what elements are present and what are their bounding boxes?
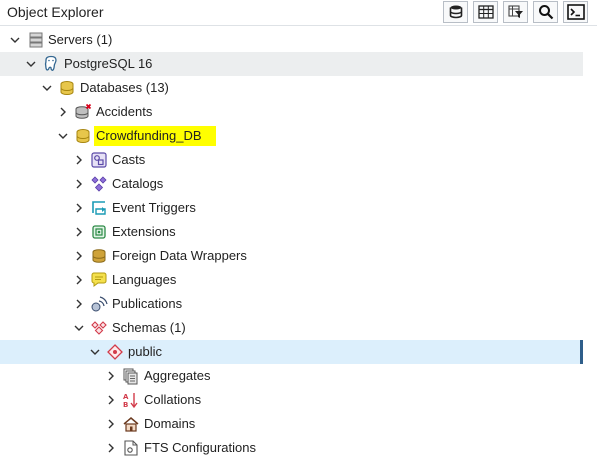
schema-icon <box>107 344 123 360</box>
chevron-right-icon[interactable] <box>74 299 84 309</box>
chevron-down-icon[interactable] <box>90 347 100 357</box>
tree-node-domains[interactable]: Domains <box>0 412 583 436</box>
tree-node-catalogs[interactable]: Catalogs <box>0 172 583 196</box>
tree-label-languages: Languages <box>112 272 177 287</box>
svg-text:B: B <box>123 401 128 409</box>
tree-node-casts[interactable]: Casts <box>0 148 583 172</box>
database-query-icon <box>449 5 462 19</box>
chevron-right-icon[interactable] <box>74 179 84 189</box>
chevron-right-icon[interactable] <box>106 395 116 405</box>
tree-node-foreign-data-wrappers[interactable]: Foreign Data Wrappers <box>0 244 583 268</box>
tree-label-servers: Servers (1) <box>48 32 113 47</box>
chevron-down-icon[interactable] <box>74 323 84 333</box>
tree-node-aggregates[interactable]: Aggregates <box>0 364 583 388</box>
database-group-icon <box>60 81 74 96</box>
tree-node-extensions[interactable]: Extensions <box>0 220 583 244</box>
panel-title: Object Explorer <box>7 4 104 20</box>
tree-label-casts: Casts <box>112 152 146 167</box>
search-icon <box>538 5 553 20</box>
aggregates-icon <box>123 368 138 385</box>
chevron-right-icon[interactable] <box>106 371 116 381</box>
tree-node-collations[interactable]: A B Collations <box>0 388 583 412</box>
filtered-rows-button[interactable] <box>503 1 528 23</box>
chevron-right-icon[interactable] <box>74 203 84 213</box>
tree-node-schemas[interactable]: Schemas (1) <box>0 316 583 340</box>
chevron-down-icon[interactable] <box>58 131 68 141</box>
chevron-right-icon[interactable] <box>74 227 84 237</box>
tree-label-extensions: Extensions <box>112 224 176 239</box>
tree-label-server: PostgreSQL 16 <box>64 56 153 71</box>
chevron-down-icon[interactable] <box>10 35 20 45</box>
svg-text:A: A <box>123 393 129 401</box>
schemas-icon <box>91 321 107 335</box>
chevron-down-icon[interactable] <box>42 83 52 93</box>
catalogs-icon <box>91 176 107 192</box>
chevron-right-icon[interactable] <box>74 275 84 285</box>
event-trigger-icon <box>92 201 106 215</box>
table-filter-icon <box>507 5 523 18</box>
tree-label-domains: Domains <box>144 416 196 431</box>
tree-node-publications[interactable]: Publications <box>0 292 583 316</box>
tree-label-collations: Collations <box>144 392 202 407</box>
tree-label-schema-public: public <box>128 344 162 359</box>
object-tree: Servers (1) PostgreSQL 16 Databases (13)… <box>0 28 597 457</box>
extensions-icon <box>92 225 106 239</box>
chevron-right-icon[interactable] <box>58 107 68 117</box>
tree-node-databases[interactable]: Databases (13) <box>0 76 583 100</box>
chevron-right-icon[interactable] <box>74 155 84 165</box>
tree-label-aggregates: Aggregates <box>144 368 211 383</box>
query-tool-button[interactable] <box>443 1 468 23</box>
tree-node-server-postgresql[interactable]: PostgreSQL 16 <box>0 52 583 76</box>
chevron-down-icon[interactable] <box>26 59 36 69</box>
tree-node-db-accidents[interactable]: Accidents <box>0 100 583 124</box>
tree-node-languages[interactable]: Languages <box>0 268 583 292</box>
tree-label-databases: Databases (13) <box>80 80 169 95</box>
tree-label-fts-configurations: FTS Configurations <box>144 440 256 455</box>
object-explorer-header: Object Explorer <box>0 0 597 26</box>
terminal-icon <box>566 4 585 20</box>
chevron-right-icon[interactable] <box>74 251 84 261</box>
tree-label-event-triggers: Event Triggers <box>112 200 196 215</box>
tree-label-schemas: Schemas (1) <box>112 320 186 335</box>
casts-icon <box>91 152 107 168</box>
database-disconnected-icon <box>75 103 92 119</box>
chevron-right-icon[interactable] <box>106 443 116 453</box>
selection-indicator <box>580 340 583 364</box>
tree-label-db-crowdfunding: Crowdfunding_DB <box>96 128 202 143</box>
postgresql-elephant-icon <box>44 55 57 71</box>
languages-icon <box>91 272 107 287</box>
fts-configuration-icon <box>124 440 138 456</box>
view-data-button[interactable] <box>473 1 498 23</box>
psql-tool-button[interactable] <box>563 1 588 23</box>
collations-sort-az-icon: A B <box>123 393 138 409</box>
foreign-data-wrapper-icon <box>92 249 106 263</box>
tree-node-fts-configurations[interactable]: FTS Configurations <box>0 436 583 457</box>
tree-label-db-accidents: Accidents <box>96 104 153 119</box>
tree-node-event-triggers[interactable]: Event Triggers <box>0 196 583 220</box>
chevron-right-icon[interactable] <box>106 419 116 429</box>
tree-node-schema-public[interactable]: public <box>0 340 583 364</box>
database-icon <box>76 129 90 144</box>
tree-node-db-crowdfunding[interactable]: Crowdfunding_DB <box>0 124 583 148</box>
tree-label-catalogs: Catalogs <box>112 176 164 191</box>
domains-house-icon <box>123 417 139 432</box>
server-group-icon <box>29 32 43 48</box>
tree-label-publications: Publications <box>112 296 183 311</box>
search-objects-button[interactable] <box>533 1 558 23</box>
tree-label-fdw: Foreign Data Wrappers <box>112 248 247 263</box>
tree-node-servers[interactable]: Servers (1) <box>0 28 583 52</box>
table-grid-icon <box>477 5 494 19</box>
publications-icon <box>91 296 108 312</box>
